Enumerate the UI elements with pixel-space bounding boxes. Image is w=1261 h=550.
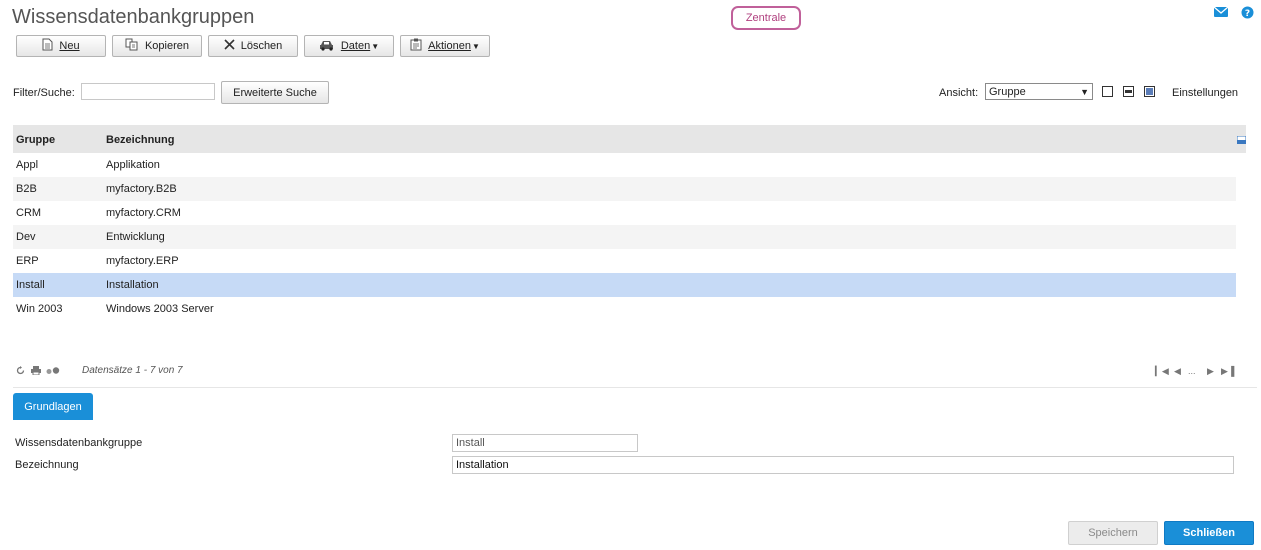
first-page-icon[interactable]: ▎◀ — [1155, 366, 1169, 377]
group-label: Wissensdatenbankgruppe — [15, 437, 143, 449]
data-menu-button[interactable]: Daten▼ — [304, 35, 394, 57]
tab-grundlagen[interactable]: Grundlagen — [13, 393, 93, 420]
help-icon[interactable]: ? — [1241, 6, 1254, 22]
table-row[interactable]: CRM myfactory.CRM — [13, 201, 1236, 225]
cell-bezeichnung: Windows 2003 Server — [106, 303, 214, 315]
delete-button[interactable]: Löschen — [208, 35, 298, 57]
chevron-down-icon: ▼ — [1080, 86, 1089, 97]
divider — [13, 387, 1257, 388]
refresh-icon[interactable] — [16, 366, 25, 378]
view-select-value: Gruppe — [989, 85, 1026, 98]
cell-gruppe: B2B — [16, 183, 37, 195]
view-detail-button[interactable] — [1144, 86, 1155, 97]
chevron-down-icon: ▼ — [471, 42, 480, 51]
cell-bezeichnung: myfactory.ERP — [106, 255, 179, 267]
clipboard-icon — [410, 38, 422, 54]
column-chooser-icon[interactable] — [1236, 135, 1247, 147]
column-header-gruppe[interactable]: Gruppe — [16, 134, 55, 146]
copy-button[interactable]: Kopieren — [112, 35, 202, 57]
table-row[interactable]: B2B myfactory.B2B — [13, 177, 1236, 201]
table-row-selected[interactable]: Install Installation — [13, 273, 1236, 297]
pager-ellipsis[interactable]: ... — [1188, 366, 1196, 376]
filter-input[interactable] — [81, 83, 215, 100]
table-row[interactable]: Win 2003 Windows 2003 Server — [13, 297, 1236, 321]
advanced-search-button[interactable]: Erweiterte Suche — [221, 81, 329, 104]
cell-gruppe: Appl — [16, 159, 39, 171]
copy-button-label: Kopieren — [144, 40, 190, 52]
cell-bezeichnung: Entwicklung — [106, 231, 165, 243]
table-row[interactable]: ERP myfactory.ERP — [13, 249, 1236, 273]
cell-gruppe: Dev — [16, 231, 36, 243]
actions-menu-button[interactable]: Aktionen▼ — [400, 35, 490, 57]
new-button-label: Neu — [59, 40, 80, 52]
mail-icon[interactable] — [1213, 6, 1229, 20]
cell-gruppe: ERP — [16, 255, 39, 267]
detail-icon — [1146, 88, 1153, 95]
close-button[interactable]: Schließen — [1164, 521, 1254, 545]
prev-page-icon[interactable]: ◀ — [1174, 366, 1181, 377]
delete-button-label: Löschen — [240, 40, 283, 52]
cell-bezeichnung: myfactory.CRM — [106, 207, 181, 219]
table-row[interactable]: Dev Entwicklung — [13, 225, 1236, 249]
chevron-down-icon: ▼ — [371, 42, 380, 51]
document-icon — [42, 38, 53, 54]
filter-label: Filter/Suche: — [13, 87, 75, 99]
split-icon — [1125, 90, 1132, 93]
view-select[interactable]: Gruppe ▼ — [985, 83, 1093, 100]
actions-menu-label: Aktionen — [428, 40, 471, 52]
car-icon — [319, 39, 335, 54]
settings-link[interactable]: Einstellungen — [1172, 87, 1238, 99]
print-icon[interactable] — [31, 366, 41, 378]
cell-gruppe: Install — [16, 279, 45, 291]
export-icon[interactable] — [46, 366, 60, 378]
description-field[interactable] — [452, 456, 1234, 474]
close-icon — [224, 39, 235, 53]
grid-header — [13, 125, 1246, 153]
table-row[interactable]: Appl Applikation — [13, 153, 1236, 177]
group-field[interactable] — [452, 434, 638, 452]
view-compact-button[interactable] — [1102, 86, 1113, 97]
save-button[interactable]: Speichern — [1068, 521, 1158, 545]
copy-icon — [125, 38, 139, 54]
view-split-button[interactable] — [1123, 86, 1134, 97]
view-label: Ansicht: — [939, 87, 979, 99]
next-page-icon[interactable]: ▶ — [1207, 366, 1214, 377]
cell-bezeichnung: Installation — [106, 279, 159, 291]
data-menu-label: Daten — [340, 40, 371, 52]
description-label: Bezeichnung — [15, 459, 79, 471]
cell-gruppe: CRM — [16, 207, 42, 219]
new-button[interactable]: Neu — [16, 35, 106, 57]
page-title: Wissensdatenbankgruppen — [12, 6, 255, 28]
records-count: Datensätze 1 - 7 von 7 — [82, 365, 183, 376]
zentrale-badge[interactable]: Zentrale — [731, 6, 801, 30]
svg-text:?: ? — [1245, 9, 1250, 19]
column-header-bezeichnung[interactable]: Bezeichnung — [106, 134, 174, 146]
cell-gruppe: Win 2003 — [16, 303, 63, 315]
last-page-icon[interactable]: ▶▐ — [1221, 366, 1234, 377]
cell-bezeichnung: Applikation — [106, 159, 160, 171]
cell-bezeichnung: myfactory.B2B — [106, 183, 177, 195]
